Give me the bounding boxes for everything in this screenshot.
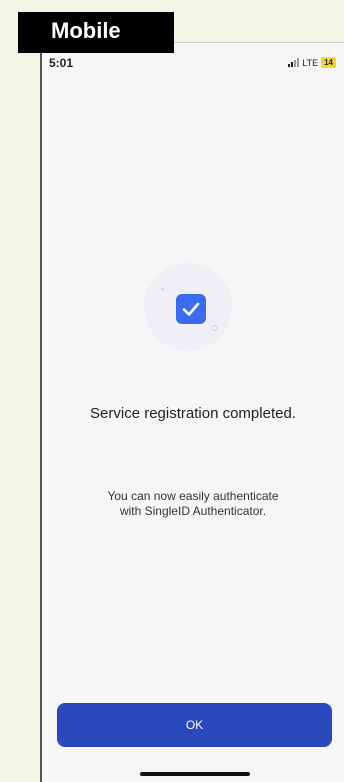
- ok-button[interactable]: OK: [57, 703, 332, 747]
- status-time: 5:01: [49, 56, 74, 70]
- page: 5:01 LTE 14 + Service registration compl…: [0, 0, 344, 782]
- page-title: Service registration completed.: [90, 405, 296, 422]
- message-line: with SingleID Authenticator.: [119, 504, 267, 518]
- sparkle-dot-icon: [212, 325, 218, 331]
- battery-icon: 14: [321, 57, 336, 68]
- status-indicators: LTE 14: [288, 57, 336, 68]
- sparkle-icon: +: [160, 284, 166, 294]
- home-indicator[interactable]: [140, 772, 250, 776]
- mobile-tag: Mobile: [18, 12, 174, 53]
- success-illustration: +: [144, 263, 232, 351]
- phone-screen: 5:01 LTE 14 + Service registration compl…: [42, 42, 344, 782]
- network-label: LTE: [302, 57, 319, 68]
- confirmation-message: You can now easily authenticate with Sin…: [42, 489, 344, 519]
- checkmark-icon: [176, 294, 206, 324]
- message-line: You can now easily authenticate: [107, 489, 279, 503]
- signal-icon: [288, 58, 300, 67]
